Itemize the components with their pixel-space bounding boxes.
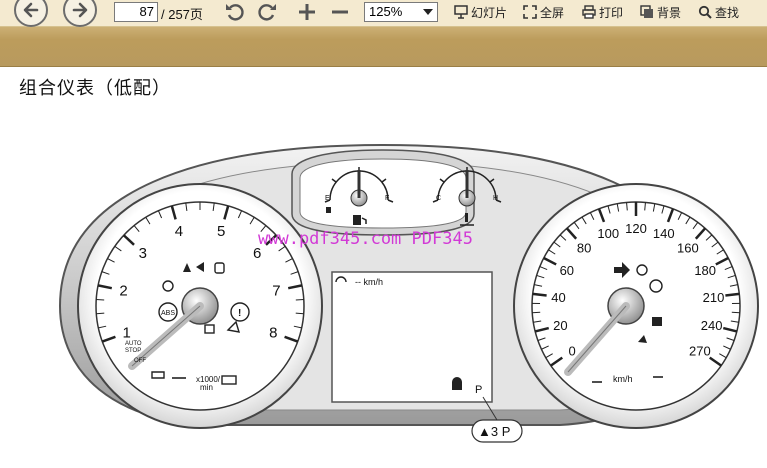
speedo-tick-label: 120 — [625, 221, 647, 236]
tach-tick-label: 4 — [175, 223, 183, 240]
fullscreen-button[interactable]: 全屏 — [523, 3, 564, 21]
speedo-tick — [725, 292, 740, 297]
tach-tick-label: 2 — [119, 283, 127, 300]
speedo-tick-label: 40 — [551, 290, 565, 305]
temp-c-label: C — [436, 195, 441, 202]
tach-tick-label: 5 — [217, 223, 225, 240]
background-button[interactable]: 背景 — [640, 3, 681, 21]
rotate-right-icon — [258, 4, 276, 21]
arrow-left-icon — [23, 2, 39, 18]
tach-tick-label: 8 — [269, 325, 277, 342]
speedo-unit: km/h — [613, 374, 633, 384]
fullscreen-label: 全屏 — [540, 5, 565, 20]
tach-tick-label: 3 — [139, 245, 147, 262]
speedo-tick — [532, 311, 541, 314]
find-button[interactable]: 查找 — [698, 3, 739, 21]
find-label: 查找 — [715, 5, 740, 20]
display-speed: -- km/h — [355, 277, 383, 287]
zoom-out-button[interactable] — [328, 0, 352, 24]
tach-tick — [295, 312, 304, 315]
zoom-select[interactable]: 125% — [364, 2, 438, 22]
auto-stop-label-2: STOP — [125, 348, 141, 354]
slideshow-icon — [454, 5, 468, 19]
driver-info-display — [331, 271, 493, 403]
rotate-left-button[interactable] — [223, 0, 247, 24]
callout-label: ▲3 P — [478, 424, 510, 439]
tach-tick — [96, 312, 105, 315]
fuel-f-label: F — [385, 195, 389, 202]
printer-icon — [582, 5, 596, 19]
page-total: / 257页 — [161, 7, 203, 22]
zoom-value: 125% — [369, 4, 403, 19]
speedo-tick-label: 20 — [553, 318, 567, 333]
viewer-toolbar: 87 / 257页 125% 幻灯片 全屏 打印 背景 查找 — [0, 0, 767, 67]
minus-icon — [332, 10, 348, 14]
speedo-tick-label: 210 — [703, 290, 725, 305]
fuel-small-icon — [326, 207, 331, 213]
rotate-right-button[interactable] — [255, 0, 279, 24]
speedo-tick-label: 180 — [694, 263, 716, 278]
zoom-in-button[interactable] — [295, 0, 319, 24]
page-number-input[interactable]: 87 — [114, 2, 158, 22]
seat-occupant-icon — [452, 377, 462, 390]
slideshow-label: 幻灯片 — [471, 5, 508, 20]
svg-text:!: ! — [238, 308, 241, 319]
speedo-tick — [532, 292, 547, 297]
speedometer: 020 40 6080 100 120 140160 180 210 240 270 km/h — [513, 183, 759, 429]
watermark-text: www.pdf345.com PDF345 — [258, 229, 473, 249]
plus-icon — [299, 4, 315, 20]
auto-stop-label-1: AUTO — [125, 341, 142, 347]
aux-gauge-face — [299, 158, 467, 229]
speedo-tick-label: 60 — [560, 263, 574, 278]
speedo-tick-label: 100 — [597, 226, 619, 241]
tach-tick-label: 1 — [123, 325, 131, 342]
search-icon — [698, 5, 712, 19]
print-label: 打印 — [599, 5, 624, 20]
arrow-right-icon — [72, 2, 88, 18]
display-gear: P — [475, 384, 482, 396]
auto-stop-label-3: OFF — [134, 358, 146, 364]
tach-tick-label: 7 — [272, 283, 280, 300]
instrument-cluster-illustration: E F C H 1234 5678 x1000/ min AUTO STOP OF… — [58, 143, 759, 443]
speedo-tick-label: 80 — [577, 241, 591, 256]
speedo-tick-label: 140 — [653, 226, 675, 241]
tachometer: 1234 5678 x1000/ min AUTO STOP OFF ABS ! — [77, 183, 323, 429]
slideshow-button[interactable]: 幻灯片 — [454, 3, 507, 21]
speedo-tick-label: 0 — [568, 344, 575, 359]
fullscreen-icon — [523, 5, 537, 19]
background-icon — [640, 5, 653, 18]
page-title: 组合仪表（低配） — [19, 78, 171, 99]
svg-text:ABS: ABS — [161, 310, 175, 317]
chevron-down-icon — [423, 9, 433, 15]
print-button[interactable]: 打印 — [582, 3, 623, 21]
immobilizer-icon — [652, 317, 662, 326]
background-label: 背景 — [657, 5, 682, 20]
speedo-tick — [731, 311, 740, 314]
rotate-left-icon — [226, 4, 244, 21]
speedo-tick-label: 160 — [677, 241, 699, 256]
speedo-tick-label: 240 — [701, 318, 723, 333]
tach-unit-2: min — [200, 383, 213, 392]
speedo-tick-label: 270 — [689, 344, 711, 359]
temp-h-label: H — [493, 195, 498, 202]
fuel-e-label: E — [325, 195, 330, 202]
